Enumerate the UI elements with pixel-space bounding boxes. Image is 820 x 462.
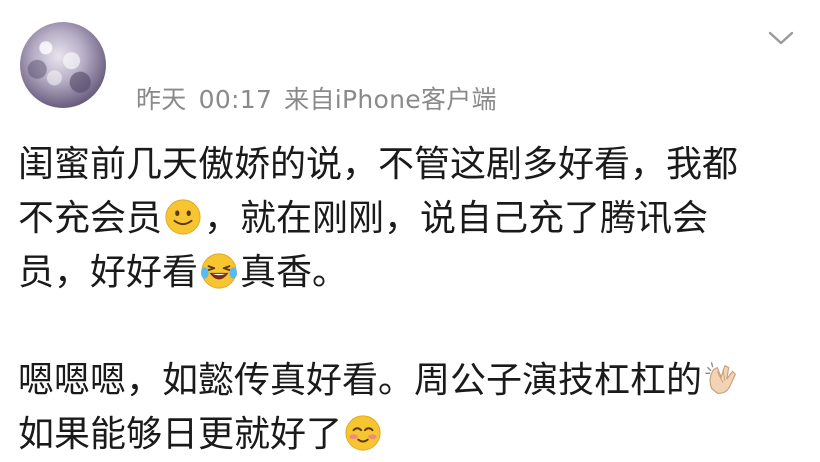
chevron-down-icon[interactable]	[767, 28, 795, 48]
text-line: 嗯嗯嗯，如懿传真好看。周公子演技杠杠的	[18, 354, 808, 408]
post-meta: 昨天 00:17 来自iPhone客户端	[136, 80, 509, 116]
post-date: 昨天	[136, 85, 187, 114]
text-segment: 真香。	[240, 252, 349, 293]
post-content: 闺蜜前几天傲娇的说，不管这剧多好看，我都 不充会员 ，就在刚刚，说自己充了腾讯会…	[18, 138, 808, 462]
post-source[interactable]: 来自iPhone客户端	[284, 85, 497, 114]
text-line: 员，好好看 真香。	[18, 246, 808, 300]
blushing-emoji-icon	[345, 415, 381, 451]
text-segment: 员，好好看	[18, 252, 199, 293]
avatar[interactable]	[20, 22, 106, 108]
avatar-image	[20, 22, 106, 108]
laughing-tears-emoji-icon	[200, 253, 238, 289]
weibo-post: 昨天 00:17 来自iPhone客户端 闺蜜前几天傲娇的说，不管这剧多好看，我都 …	[0, 0, 820, 455]
text-segment: 闺蜜前几天傲娇的说，不管这剧多好看，我都	[18, 144, 739, 185]
clapping-hands-emoji-icon	[705, 362, 737, 394]
paragraph-1: 闺蜜前几天傲娇的说，不管这剧多好看，我都 不充会员 ，就在刚刚，说自己充了腾讯会…	[18, 138, 808, 300]
text-segment: 如果能够日更就好了	[18, 414, 343, 455]
text-line: 闺蜜前几天傲娇的说，不管这剧多好看，我都	[18, 138, 808, 192]
text-line: 不充会员 ，就在刚刚，说自己充了腾讯会	[18, 192, 808, 246]
text-segment: ，就在刚刚，说自己充了腾讯会	[204, 198, 709, 239]
post-time: 00:17	[198, 85, 273, 114]
paragraph-2: 嗯嗯嗯，如懿传真好看。周公子演技杠杠的 如果能够日更就好了	[18, 354, 808, 462]
text-segment: 嗯嗯嗯，如懿传真好看。周公子演技杠杠的	[18, 360, 703, 401]
smiling-emoji-icon	[165, 199, 201, 235]
text-segment: 不充会员	[18, 198, 163, 239]
